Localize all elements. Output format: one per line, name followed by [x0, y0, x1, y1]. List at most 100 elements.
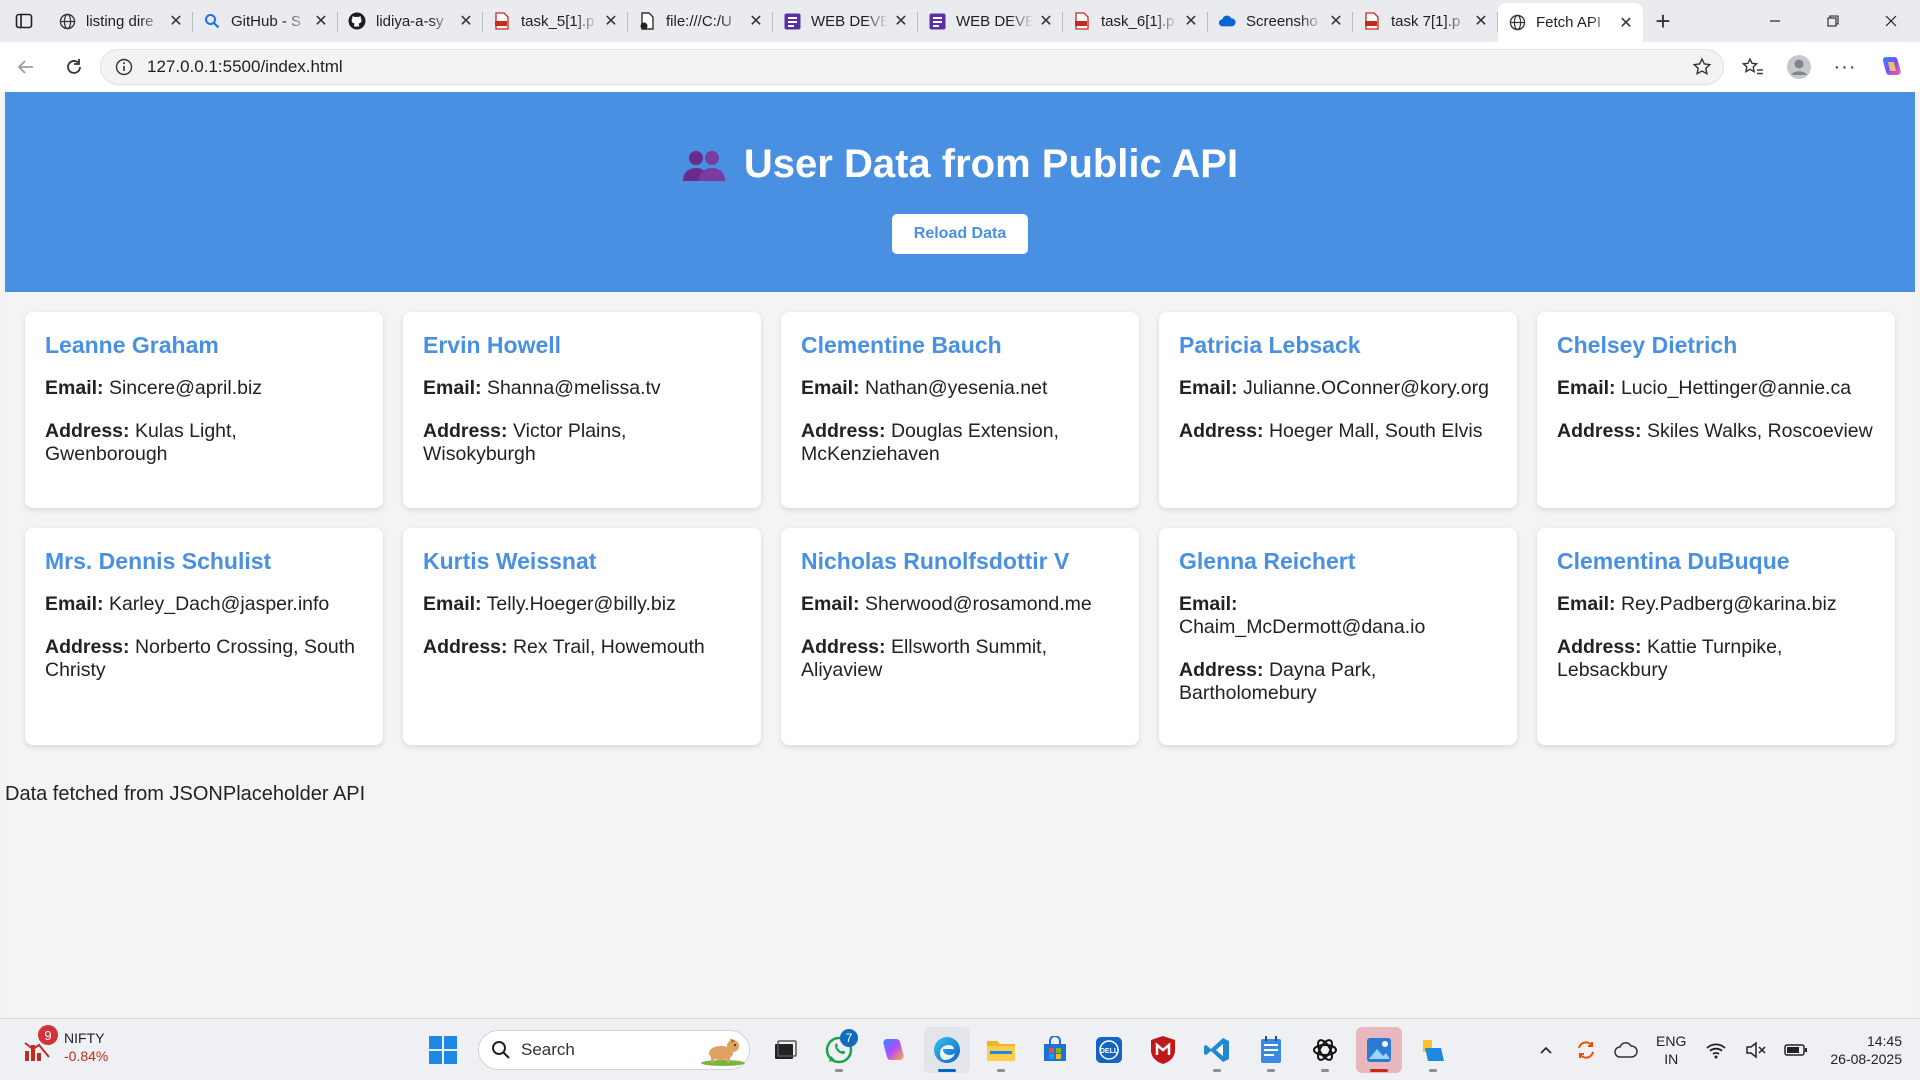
favorites-button[interactable] [1730, 44, 1776, 90]
user-card: Mrs. Dennis Schulist Email: Karley_Dach@… [25, 528, 383, 745]
new-tab-button[interactable]: + [1643, 1, 1683, 41]
task-view-icon [775, 1040, 797, 1059]
address-bar[interactable]: 127.0.0.1:5500/index.html [100, 49, 1724, 85]
taskbar-apps: Search 7 DELL [416, 1027, 1460, 1073]
tab-list: listing dire ✕ GitHub - S ✕ lidiya-a-sy … [48, 0, 1643, 42]
edge-app[interactable] [924, 1027, 970, 1073]
mcafee-app[interactable] [1140, 1027, 1186, 1073]
show-hidden-icons-button[interactable] [1528, 1032, 1564, 1068]
vscode-app[interactable] [1194, 1027, 1240, 1073]
stock-chart-icon: 9 [22, 1025, 58, 1065]
footer-note: Data fetched from JSONPlaceholder API [5, 783, 366, 805]
notepad-app[interactable] [1248, 1027, 1294, 1073]
tab-task7-pdf[interactable]: task 7[1].p ✕ [1353, 3, 1498, 39]
tab-local-file[interactable]: file:///C:/U ✕ [628, 3, 773, 39]
close-tab-icon[interactable]: ✕ [457, 12, 475, 30]
pdf-icon [1073, 12, 1091, 30]
tab-github-search[interactable]: GitHub - S ✕ [193, 3, 338, 39]
tab-screenshots[interactable]: Screensho ✕ [1208, 3, 1353, 39]
dell-icon: DELL [1096, 1037, 1122, 1063]
email-label: Email: [1557, 593, 1616, 615]
system-tray: ENG IN 14:45 26-08-2025 [1526, 1019, 1920, 1080]
tab-fetch-api[interactable]: Fetch API ✕ [1498, 3, 1643, 42]
running-indicator [1429, 1069, 1437, 1072]
reload-data-button[interactable]: Reload Data [892, 214, 1028, 254]
running-indicator [1370, 1069, 1388, 1072]
close-tab-icon[interactable]: ✕ [602, 12, 620, 30]
file-manager-app[interactable] [1410, 1027, 1456, 1073]
globe-icon [58, 12, 76, 30]
dell-app[interactable]: DELL [1086, 1027, 1132, 1073]
running-indicator [997, 1069, 1005, 1072]
tab-listing-directory[interactable]: listing dire ✕ [48, 3, 193, 39]
taskbar-search[interactable]: Search [478, 1030, 750, 1070]
tab-web-dev-2[interactable]: WEB DEVE ✕ [918, 3, 1063, 39]
close-tab-icon[interactable]: ✕ [1182, 12, 1200, 30]
sync-tray-button[interactable] [1568, 1032, 1604, 1068]
close-tab-icon[interactable]: ✕ [312, 12, 330, 30]
address-label: Address: [801, 636, 886, 658]
back-button[interactable] [6, 47, 46, 87]
task-view-button[interactable] [762, 1027, 808, 1073]
clock[interactable]: 14:45 26-08-2025 [1830, 1032, 1902, 1068]
tab-actions-button[interactable] [0, 0, 48, 42]
minimize-button[interactable] [1746, 0, 1804, 42]
tab-title: Fetch API [1536, 14, 1602, 31]
back-arrow-icon [17, 60, 33, 74]
user-email: Email: Rey.Padberg@karina.biz [1557, 593, 1875, 616]
chatgpt-app[interactable] [1302, 1027, 1348, 1073]
browser-tab-strip: listing dire ✕ GitHub - S ✕ lidiya-a-sy … [0, 0, 1920, 42]
copilot-button[interactable] [1868, 44, 1914, 90]
user-name: Leanne Graham [45, 332, 219, 358]
close-tab-icon[interactable]: ✕ [167, 12, 185, 30]
network-button[interactable] [1698, 1032, 1734, 1068]
close-tab-icon[interactable]: ✕ [892, 12, 910, 30]
email-value: Karley_Dach@jasper.info [108, 593, 330, 615]
user-address: Address: Douglas Extension, McKenziehave… [801, 420, 1119, 466]
close-tab-icon[interactable]: ✕ [747, 12, 765, 30]
svg-text:DELL: DELL [1100, 1048, 1119, 1055]
volume-button[interactable] [1738, 1032, 1774, 1068]
user-address: Address: Ellsworth Summit, Aliyaview [801, 636, 1119, 682]
close-tab-icon[interactable]: ✕ [1327, 12, 1345, 30]
file-explorer-app[interactable] [978, 1027, 1024, 1073]
stock-widget[interactable]: 9 NIFTY -0.84% [22, 1025, 108, 1065]
photos-app[interactable] [1356, 1027, 1402, 1073]
tab-github-repo[interactable]: lidiya-a-sy ✕ [338, 3, 483, 39]
language-indicator[interactable]: ENG IN [1656, 1032, 1686, 1068]
tab-task5-pdf[interactable]: task_5[1].p ✕ [483, 3, 628, 39]
close-tab-icon[interactable]: ✕ [1037, 12, 1055, 30]
more-menu-button[interactable]: ··· [1822, 44, 1868, 90]
restore-button[interactable] [1804, 0, 1862, 42]
onedrive-tray-button[interactable] [1608, 1032, 1644, 1068]
email-label: Email: [1179, 377, 1238, 399]
whatsapp-app[interactable]: 7 [816, 1027, 862, 1073]
favorites-icon [1742, 57, 1763, 75]
close-window-button[interactable] [1862, 0, 1920, 42]
edge-browser-icon [934, 1037, 960, 1063]
region-code: IN [1664, 1051, 1679, 1067]
refresh-button[interactable] [54, 47, 94, 87]
start-button[interactable] [420, 1027, 466, 1073]
site-info-icon[interactable] [109, 52, 139, 82]
doc-icon [783, 12, 801, 30]
favorite-star-icon[interactable] [1685, 50, 1719, 84]
user-email: Email: Julianne.OConner@kory.org [1179, 377, 1497, 400]
tab-title: Screensho [1246, 12, 1318, 30]
avatar-icon [1787, 55, 1811, 79]
profile-button[interactable] [1776, 44, 1822, 90]
store-app[interactable] [1032, 1027, 1078, 1073]
vscode-icon [1204, 1038, 1229, 1062]
clock-date: 26-08-2025 [1830, 1051, 1902, 1067]
battery-button[interactable] [1778, 1032, 1814, 1068]
tab-task6-pdf[interactable]: task_6[1].p ✕ [1063, 3, 1208, 39]
user-card: Clementine Bauch Email: Nathan@yesenia.n… [781, 312, 1139, 508]
tab-web-dev-1[interactable]: WEB DEVE ✕ [773, 3, 918, 39]
running-indicator [1321, 1069, 1329, 1072]
copilot-app[interactable] [870, 1027, 916, 1073]
email-value: Chaim_McDermott@dana.io [1179, 616, 1426, 638]
close-tab-icon[interactable]: ✕ [1617, 14, 1635, 32]
refresh-icon [67, 59, 81, 74]
close-icon [1885, 15, 1897, 27]
close-tab-icon[interactable]: ✕ [1472, 12, 1490, 30]
